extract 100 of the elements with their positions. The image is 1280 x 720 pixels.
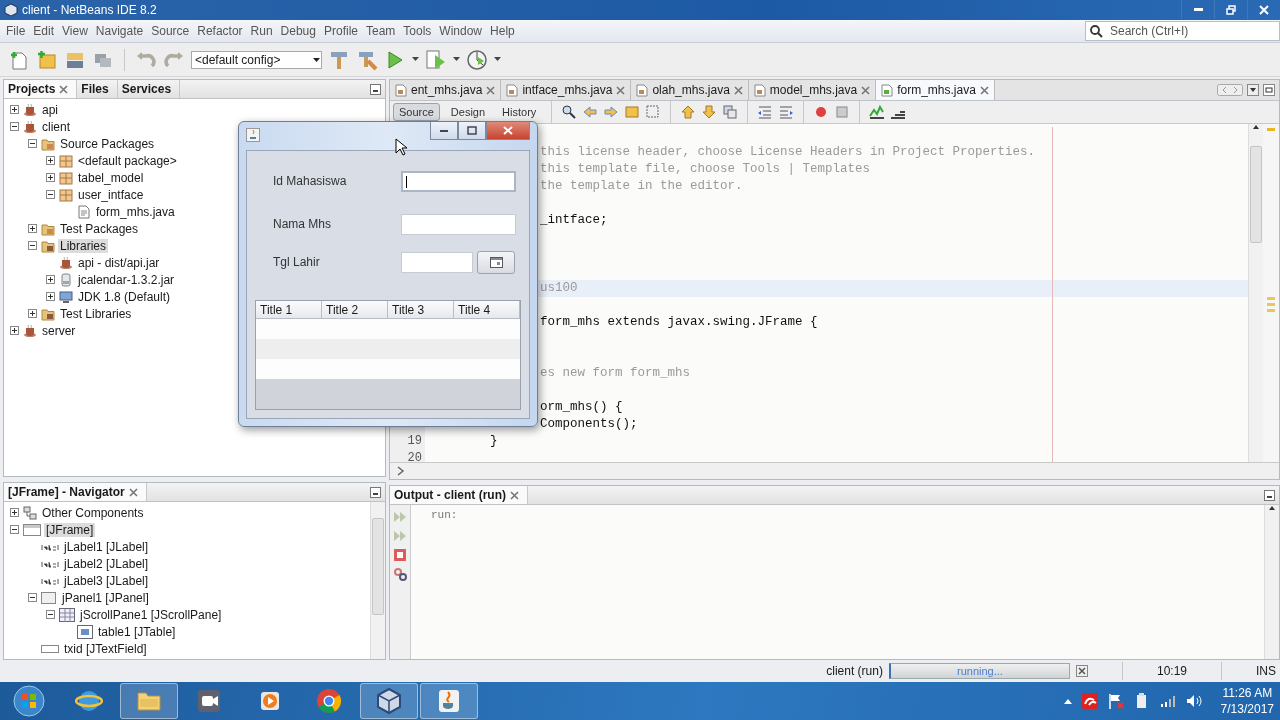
menu-item[interactable]: Run: [246, 23, 277, 38]
menu-item[interactable]: File: [2, 23, 30, 38]
expand-icon[interactable]: [27, 224, 37, 234]
taskbar-button[interactable]: [120, 683, 178, 720]
expand-icon[interactable]: [9, 508, 19, 518]
close-icon[interactable]: [979, 85, 989, 95]
minimize-icon[interactable]: [370, 83, 381, 95]
menu-item[interactable]: Debug: [276, 23, 320, 38]
tree-item[interactable]: [JFrame]: [44, 522, 96, 537]
caret-icon[interactable]: [412, 57, 419, 63]
dropdown-icon[interactable]: [1247, 84, 1259, 97]
menu-item[interactable]: Tools: [399, 23, 436, 38]
column-header[interactable]: Title 2: [322, 301, 388, 319]
minimize-icon[interactable]: [370, 486, 381, 498]
tree-item[interactable]: tabel_model: [76, 170, 146, 185]
panel-tab[interactable]: [JFrame] - Navigator: [4, 483, 147, 502]
search-icon[interactable]: [561, 104, 578, 121]
scrollbar-thumb[interactable]: [1250, 146, 1262, 244]
date-field[interactable]: [401, 251, 473, 273]
menu-item[interactable]: Window: [435, 23, 487, 38]
tree-item[interactable]: api - dist/api.jar: [76, 255, 162, 270]
taskbar-button[interactable]: [360, 683, 418, 720]
close-icon[interactable]: [733, 85, 743, 95]
arrow-right-icon[interactable]: [603, 104, 620, 121]
collapse-icon[interactable]: [27, 241, 37, 251]
tree-item[interactable]: txid [JTextField]: [62, 641, 149, 656]
expand-icon[interactable]: [9, 326, 19, 336]
arrow-up-icon[interactable]: [1062, 697, 1073, 706]
menu-item[interactable]: Source: [147, 23, 194, 38]
config-dropdown[interactable]: <default config>: [191, 50, 322, 69]
collapse-icon[interactable]: [27, 593, 37, 603]
tree-item[interactable]: Test Packages: [58, 221, 141, 236]
close-icon[interactable]: [510, 490, 519, 500]
arrow-down-icon[interactable]: [701, 104, 718, 121]
tree-item[interactable]: jLabel3 [JLabel]: [62, 573, 151, 588]
close-icon[interactable]: [861, 85, 871, 95]
collapse-icon[interactable]: [27, 139, 37, 149]
tree-item[interactable]: user_intface: [76, 187, 146, 202]
tree-item[interactable]: JDK 1.8 (Default): [76, 289, 173, 304]
tree-item[interactable]: jcalendar-1.3.2.jar: [76, 272, 177, 287]
maximize-icon[interactable]: [1263, 84, 1275, 97]
new-project-icon[interactable]: [36, 48, 58, 71]
column-header[interactable]: Title 3: [388, 301, 454, 319]
minimize-button[interactable]: [430, 122, 458, 140]
close-button[interactable]: [486, 122, 530, 140]
menu-item[interactable]: Refactor: [193, 23, 247, 38]
expand-icon[interactable]: [45, 173, 55, 183]
settings-icon[interactable]: [393, 567, 407, 582]
caret-icon[interactable]: [494, 57, 501, 63]
calendar-button[interactable]: [477, 250, 515, 274]
tree-item[interactable]: Other Components: [40, 505, 146, 520]
tree-item[interactable]: table1 [JTable]: [96, 624, 178, 639]
tree-item[interactable]: jLabel2 [JLabel]: [62, 556, 151, 571]
view-tab[interactable]: Source: [393, 103, 440, 122]
flag-icon[interactable]: [1106, 692, 1125, 711]
menu-item[interactable]: Edit: [29, 23, 59, 38]
expand-icon[interactable]: [9, 105, 19, 115]
collapse-icon[interactable]: [45, 190, 55, 200]
close-icon[interactable]: [59, 84, 69, 94]
menu-item[interactable]: Team: [362, 23, 400, 38]
scrollbar[interactable]: [370, 502, 385, 660]
panel-tab[interactable]: Output - client (run): [390, 486, 528, 505]
search-field[interactable]: Search (Ctrl+I): [1085, 20, 1280, 41]
collapse-icon[interactable]: [9, 122, 19, 132]
menu-item[interactable]: Profile: [320, 23, 362, 38]
tree-item[interactable]: jScrollPane1 [JScrollPane]: [78, 607, 224, 622]
tree-item[interactable]: Source Packages: [58, 136, 157, 151]
stop-icon[interactable]: [393, 548, 407, 563]
taskbar-button[interactable]: [420, 683, 478, 720]
tree-item[interactable]: Test Libraries: [58, 306, 134, 321]
column-header[interactable]: Title 4: [454, 301, 520, 319]
close-icon[interactable]: [486, 85, 496, 95]
text-field[interactable]: [401, 213, 516, 235]
tree-item[interactable]: Libraries: [58, 238, 109, 253]
tree-item[interactable]: jPanel1 [JPanel]: [60, 590, 151, 605]
expand-icon[interactable]: [45, 156, 55, 166]
panel-tab[interactable]: Files: [77, 80, 118, 99]
scrollbar[interactable]: [1264, 505, 1279, 660]
arrow-up-icon[interactable]: [680, 104, 697, 121]
tree-item[interactable]: server: [40, 323, 78, 338]
menu-item[interactable]: Navigate: [91, 23, 148, 38]
collapse-icon[interactable]: [45, 610, 55, 620]
close-icon[interactable]: [616, 85, 626, 95]
editor-tab[interactable]: form_mhs.java: [876, 80, 995, 101]
view-tab[interactable]: History: [496, 103, 543, 122]
shift-icon[interactable]: [722, 104, 739, 121]
expand-icon[interactable]: [45, 275, 55, 285]
expand-icon[interactable]: [27, 309, 37, 319]
caret-icon[interactable]: [453, 57, 460, 63]
tree-item[interactable]: form_mhs.java: [94, 204, 177, 219]
tree-item[interactable]: api: [40, 102, 60, 117]
text-field[interactable]: [401, 170, 516, 192]
tree-item[interactable]: jLabel1 [JLabel]: [62, 539, 151, 554]
tree-item[interactable]: client: [40, 119, 72, 134]
expand-icon[interactable]: [45, 292, 55, 302]
menu-item[interactable]: Help: [486, 23, 519, 38]
cancel-icon[interactable]: [1075, 665, 1088, 678]
close-icon[interactable]: [128, 487, 138, 497]
panel-tab[interactable]: Services: [117, 80, 181, 99]
tree-item[interactable]: <default package>: [76, 153, 179, 168]
